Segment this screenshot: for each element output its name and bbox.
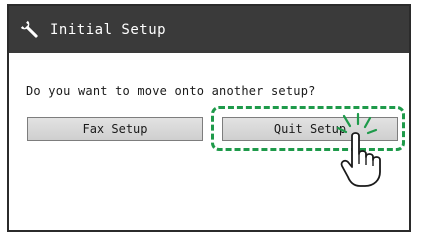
quit-setup-button[interactable]: Quit Setup [222, 117, 398, 141]
fax-setup-button-label: Fax Setup [82, 122, 148, 136]
window-title: Initial Setup [50, 21, 167, 38]
wrench-icon [19, 19, 41, 41]
panel-screen: Initial Setup Do you want to move onto a… [7, 4, 411, 232]
fax-setup-button[interactable]: Fax Setup [27, 117, 203, 141]
setup-prompt: Do you want to move onto another setup? [26, 84, 316, 98]
title-bar: Initial Setup [9, 6, 409, 53]
quit-setup-button-label: Quit Setup [273, 122, 347, 136]
